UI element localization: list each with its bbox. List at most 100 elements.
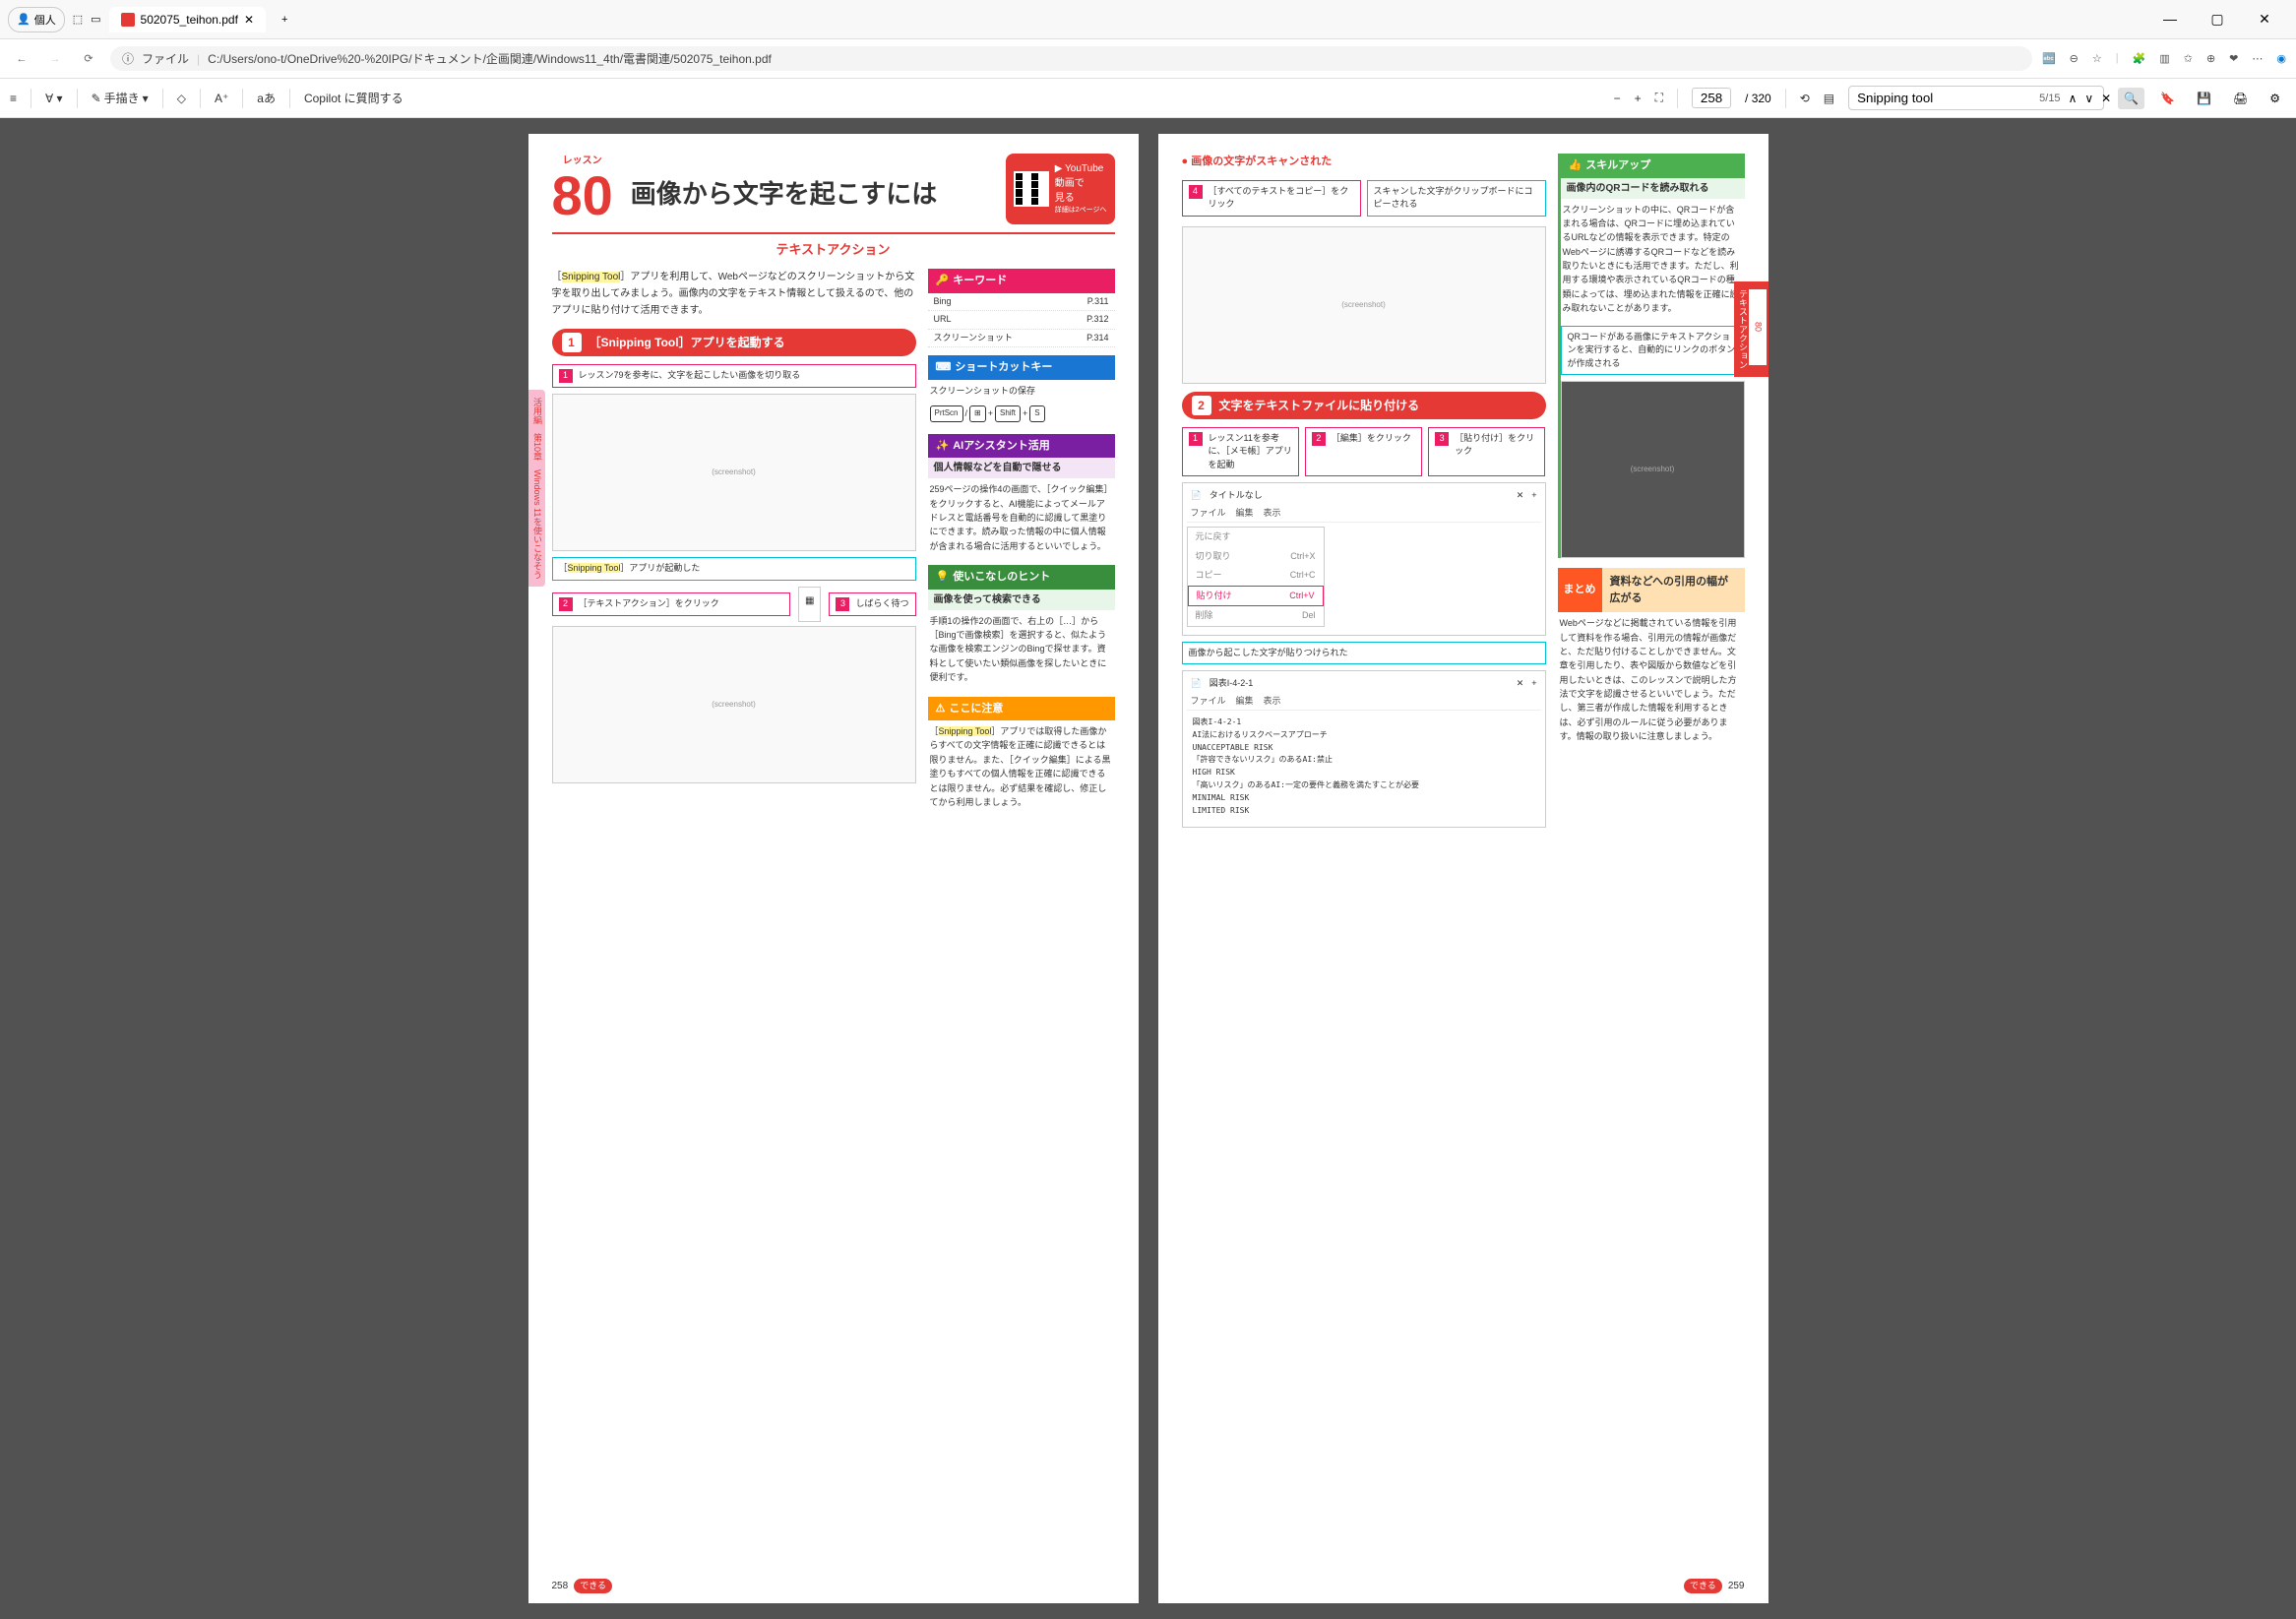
back-button[interactable]: ←	[10, 53, 33, 65]
screenshot-2: (screenshot)	[552, 626, 916, 783]
zoom-in-button[interactable]: +	[1635, 92, 1642, 105]
tab-overview-icon[interactable]: ▭	[91, 13, 100, 26]
profile-button[interactable]: 👤 個人	[8, 7, 65, 32]
url-text: C:/Users/ono-t/OneDrive%20-%20IPG/ドキュメント…	[208, 50, 772, 67]
keyword-row: スクリーンショットP.314	[928, 330, 1115, 348]
workspaces-icon[interactable]: ⬚	[73, 13, 83, 26]
screenshot-4: (screenshot)	[1561, 381, 1745, 558]
contents-button[interactable]: ≡	[10, 92, 17, 105]
maximize-button[interactable]: ▢	[2202, 11, 2233, 28]
sidebar-icon[interactable]: ▥	[2159, 52, 2169, 65]
step-4: 4［すべてのテキストをコピー］をクリック	[1182, 180, 1361, 217]
bookmark-ribbon-icon[interactable]: 🔖	[2154, 88, 2181, 109]
info-4: スキャンした文字がクリップボードにコピーされる	[1367, 180, 1546, 217]
settings-icon[interactable]: ⚙	[2264, 88, 2286, 109]
tab-title: 502075_teihon.pdf	[141, 13, 238, 27]
step-2-2: 2［編集］をクリック	[1305, 427, 1422, 477]
url-prefix: ファイル	[142, 50, 189, 67]
summary-label: まとめ	[1558, 568, 1602, 612]
step-1-1: 1レッスン79を参考に、文字を起こしたい画像を切り取る	[552, 364, 916, 388]
favorites-icon[interactable]: ✩	[2184, 52, 2193, 65]
search-icon[interactable]: 🔍	[2118, 88, 2144, 109]
zoom-out-icon[interactable]: ⊖	[2070, 52, 2079, 65]
notepad-mock-2: 📄図表I-4-2-1✕+ ファイル編集表示 図表I-4-2-1AI法におけるリス…	[1182, 670, 1546, 828]
skill-info: QRコードがある画像にテキストアクションを実行すると、自動的にリンクのボタンが作…	[1561, 326, 1745, 376]
screenshot-3: (screenshot)	[1182, 226, 1546, 384]
copilot-icon[interactable]: ◉	[2276, 52, 2286, 65]
pdf-page-left: 活用編 第10章 Windows 11を使いこなそう レッスン 80 画像から文…	[528, 134, 1139, 1603]
hint-body: 手順1の操作2の画面で、右上の［…］から［Bingで画像検索］を選択すると、似た…	[928, 610, 1115, 689]
shortcut-label: スクリーンショットの保存	[928, 380, 1115, 402]
profile-label: 個人	[34, 12, 56, 28]
keyword-row: BingP.311	[928, 293, 1115, 312]
warn-body: ［Snipping Tool］アプリでは取得した画像からすべての文字情報を正確に…	[928, 720, 1115, 813]
performance-icon[interactable]: ❤	[2229, 52, 2238, 65]
search-next-icon[interactable]: ∨	[2084, 92, 2093, 105]
minimize-button[interactable]: —	[2154, 11, 2186, 28]
search-prev-icon[interactable]: ∧	[2069, 92, 2078, 105]
collections-icon[interactable]: ⊕	[2206, 52, 2215, 65]
file-icon: ⓘ	[122, 50, 134, 67]
step-1-2: 2［テキストアクション］をクリック	[552, 592, 791, 616]
fit-button[interactable]: ⛶	[1655, 91, 1663, 105]
translate-icon[interactable]: 🔤	[2042, 52, 2056, 65]
section-1-title: ［Snipping Tool］アプリを起動する	[590, 334, 785, 351]
lesson-title: 画像から文字を起こすには	[631, 175, 937, 214]
erase-button[interactable]: ◇	[177, 92, 186, 105]
rotate-button[interactable]: ⟲	[1800, 92, 1810, 105]
new-tab-button[interactable]: +	[274, 10, 295, 30]
notepad-mock-1: 📄タイトルなし✕+ ファイル編集表示 元に戻す切り取りCtrl+XコピーCtrl…	[1182, 482, 1546, 636]
close-tab-icon[interactable]: ✕	[244, 13, 254, 27]
ai-body: 259ページの操作4の画面で、［クイック編集］をクリックすると、AI機能によって…	[928, 478, 1115, 557]
close-window-button[interactable]: ✕	[2249, 11, 2280, 28]
hint-subheader: 画像を使って検索できる	[928, 590, 1115, 610]
page-view-button[interactable]: ▤	[1824, 92, 1834, 105]
favorite-icon[interactable]: ☆	[2092, 52, 2102, 65]
person-icon: 👤	[17, 13, 31, 26]
reload-button[interactable]: ⟳	[77, 52, 100, 65]
search-count: 5/15	[2039, 93, 2060, 104]
pdf-viewport[interactable]: 活用編 第10章 Windows 11を使いこなそう レッスン 80 画像から文…	[0, 118, 2296, 1619]
summary-body: Webページなどに掲載されている情報を引用して資料を作る場合、引用元の情報が画像…	[1558, 612, 1745, 748]
section-1-header: 1 ［Snipping Tool］アプリを起動する	[552, 329, 916, 356]
read-aloud-button[interactable]: aあ	[257, 90, 276, 106]
hint-header: 💡 使いこなしのヒント	[928, 565, 1115, 590]
skill-subheader: 画像内のQRコードを読み取れる	[1561, 178, 1745, 199]
left-sidebar-tab: 活用編 第10章 Windows 11を使いこなそう	[528, 390, 546, 587]
warn-header: ⚠ ここに注意	[928, 697, 1115, 721]
section-2-title: 文字をテキストファイルに貼り付ける	[1219, 397, 1420, 414]
step-2-3: 3［貼り付け］をクリック	[1428, 427, 1545, 477]
step-2-1: 1レッスン11を参考に、［メモ帳］アプリを起動	[1182, 427, 1299, 477]
menu-icon[interactable]: ⋯	[2252, 52, 2263, 65]
search-input[interactable]	[1857, 91, 2031, 105]
pdf-toolbar: ≡ ∀ ▾ ✎ 手描き ▾ ◇ A⁺ aあ Copilot に質問する − + …	[0, 79, 2296, 118]
intro-text: ［Snipping Tool］アプリを利用して、Webページなどのスクリーンショ…	[552, 269, 916, 319]
shortcut-keys: PrtScn/⊞+Shift+S	[928, 402, 1047, 426]
print-icon[interactable]: 🖨	[2227, 88, 2254, 109]
summary-title: 資料などへの引用の幅が広がる	[1602, 568, 1745, 612]
addressbar: ← → ⟳ ⓘ ファイル | C:/Users/ono-t/OneDrive%2…	[0, 39, 2296, 79]
text-button[interactable]: A⁺	[215, 92, 228, 105]
pdf-icon	[121, 13, 135, 27]
browser-tab[interactable]: 502075_teihon.pdf ✕	[109, 7, 267, 32]
icon-placeholder: ▦	[798, 587, 821, 622]
right-sidebar-tab: 80 テキストアクション	[1734, 281, 1769, 377]
pdf-page-right: 80 テキストアクション ● 画像の文字がスキャンされた 4［すべてのテキストを…	[1158, 134, 1769, 1603]
extensions-icon[interactable]: 🧩	[2133, 52, 2146, 65]
titlebar: 👤 個人 ⬚ ▭ 502075_teihon.pdf ✕ + — ▢ ✕	[0, 0, 2296, 39]
search-close-icon[interactable]: ✕	[2101, 92, 2111, 105]
keyword-row: URLP.312	[928, 311, 1115, 330]
zoom-out-button[interactable]: −	[1614, 92, 1621, 105]
subtitle: テキストアクション	[552, 240, 1115, 260]
shortcut-header: ⌨ ショートカットキー	[928, 355, 1115, 380]
section-2-header: 2 文字をテキストファイルに貼り付ける	[1182, 392, 1546, 419]
highlight-button[interactable]: ∀ ▾	[45, 92, 63, 105]
url-field[interactable]: ⓘ ファイル | C:/Users/ono-t/OneDrive%20-%20I…	[110, 46, 2032, 71]
summary-box: まとめ 資料などへの引用の幅が広がる	[1558, 568, 1745, 612]
page-input[interactable]	[1692, 88, 1731, 108]
skill-body: スクリーンショットの中に、QRコードが含まれる場合は、QRコードに埋め込まれてい…	[1561, 199, 1745, 320]
ask-copilot-button[interactable]: Copilot に質問する	[304, 90, 403, 106]
search-box: 5/15 ∧ ∨ ✕	[1848, 86, 2104, 110]
draw-button[interactable]: ✎ 手描き ▾	[92, 90, 149, 106]
save-icon[interactable]: 💾	[2191, 88, 2217, 109]
